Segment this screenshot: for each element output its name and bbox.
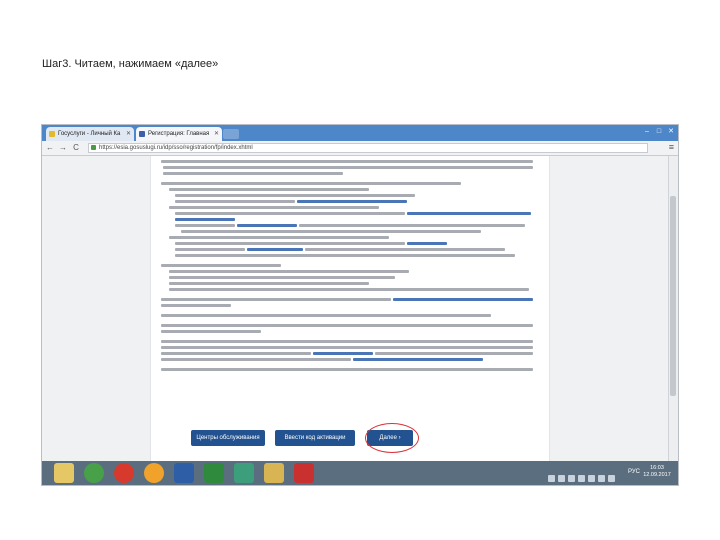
link-line[interactable] [407,242,447,245]
address-bar: ← → C https://esia.gosuslugi.ru/idp/sso/… [42,141,678,156]
text-line [161,160,533,163]
tray-icon[interactable] [588,475,595,482]
tray-icon[interactable] [568,475,575,482]
text-line [175,224,235,227]
tab-close-icon[interactable]: ✕ [214,127,219,141]
link-line[interactable] [247,248,303,251]
tray-icon[interactable] [558,475,565,482]
text-line [161,368,533,371]
next-button-highlight-circle [365,423,419,453]
tray-icon[interactable] [548,475,555,482]
enter-activation-code-button[interactable]: Ввести код активации [275,430,355,446]
text-line [161,182,461,185]
text-line [169,282,369,285]
text-line [161,330,261,333]
link-line[interactable] [237,224,297,227]
link-line[interactable] [175,218,235,221]
text-line [375,352,533,355]
media-icon[interactable] [144,463,164,483]
gosuslugi-favicon-icon [49,131,55,137]
tab-registration[interactable]: Регистрация: Главная ✕ [136,127,222,141]
text-line [161,264,281,267]
tab-title: Регистрация: Главная [148,131,210,137]
tab-gosuslugi[interactable]: Госуслуги - Личный Ка ✕ [46,127,134,141]
page-content: Центры обслуживания Ввести код активации… [42,156,670,461]
tray-icon[interactable] [608,475,615,482]
text-line [161,340,533,343]
slide-caption: Шаг3. Читаем, нажимаем «далее» [42,58,219,70]
text-line [175,194,415,197]
menu-icon[interactable]: ≡ [669,142,674,152]
registration-favicon-icon [139,131,145,137]
link-line[interactable] [297,200,407,203]
maximize-button[interactable]: □ [654,126,664,138]
text-line [169,270,409,273]
text-line [161,352,311,355]
text-line [163,172,343,175]
text-line [161,304,231,307]
word-icon[interactable] [174,463,194,483]
system-tray [548,469,628,482]
text-line [161,314,491,317]
back-button[interactable]: ← [45,142,55,154]
close-window-button[interactable]: ✕ [666,126,676,138]
lock-icon [91,145,96,150]
yandex-icon[interactable] [114,463,134,483]
chart-icon[interactable] [234,463,254,483]
text-line [175,200,295,203]
text-line [175,248,245,251]
text-line [163,166,533,169]
clock-time: 16:03 [650,465,664,471]
text-line [169,288,529,291]
service-centers-button[interactable]: Центры обслуживания [191,430,265,446]
text-line [175,242,405,245]
minimize-button[interactable]: – [642,126,652,138]
url-input[interactable]: https://esia.gosuslugi.ru/idp/sso/regist… [88,143,648,153]
tray-icon[interactable] [578,475,585,482]
text-line [161,346,533,349]
link-line[interactable] [407,212,531,215]
text-line [181,230,481,233]
windows-taskbar: РУС 16:03 12.09.2017 [42,461,678,485]
excel-icon[interactable] [204,463,224,483]
link-line[interactable] [393,298,533,301]
text-line [175,254,515,257]
scrollbar-thumb[interactable] [670,196,676,396]
tab-title: Госуслуги - Личный Ка [58,131,121,137]
text-line [305,248,505,251]
pdf-icon[interactable] [294,463,314,483]
text-line [169,206,379,209]
taskbar-clock[interactable]: 16:03 12.09.2017 [642,465,672,479]
text-line [161,298,391,301]
text-line [169,236,389,239]
vertical-scrollbar[interactable] [668,156,678,461]
url-text: https://esia.gosuslugi.ru/idp/sso/regist… [99,145,253,151]
text-line [161,324,533,327]
language-indicator[interactable]: РУС [628,469,640,475]
link-line[interactable] [353,358,483,361]
clock-date: 12.09.2017 [643,472,671,478]
text-line [175,212,405,215]
forward-button[interactable]: → [58,142,68,154]
reload-button[interactable]: C [71,142,81,154]
folder-icon[interactable] [264,463,284,483]
new-tab-button[interactable] [223,129,239,139]
link-line[interactable] [313,352,373,355]
text-line [161,358,351,361]
browser-window: Госуслуги - Личный Ка ✕ Регистрация: Гла… [41,124,679,486]
registration-panel: Центры обслуживания Ввести код активации… [150,156,550,461]
chrome-icon[interactable] [84,463,104,483]
tab-bar: Госуслуги - Личный Ка ✕ Регистрация: Гла… [42,125,678,141]
tab-close-icon[interactable]: ✕ [126,127,131,141]
text-line [169,276,395,279]
text-line [299,224,525,227]
file-manager-icon[interactable] [54,463,74,483]
tray-icon[interactable] [598,475,605,482]
text-line [169,188,369,191]
